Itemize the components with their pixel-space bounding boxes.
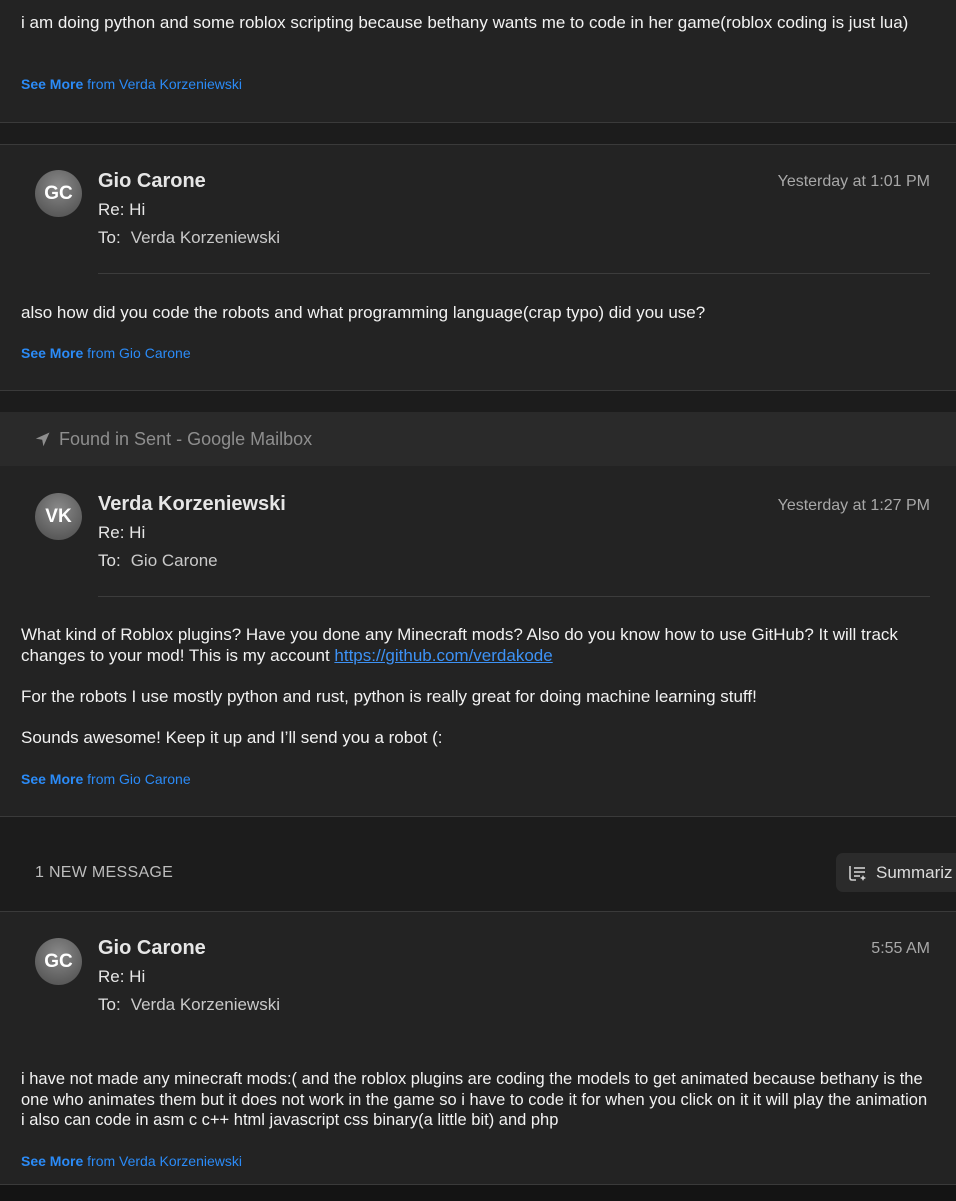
header-divider — [98, 596, 930, 597]
summarize-button[interactable]: Summariz — [836, 853, 956, 892]
sender-name[interactable]: Gio Carone — [98, 170, 206, 193]
message-subject: Re: Hi — [98, 967, 146, 986]
message-card: GC Gio Carone Re: Hi To: Verda Korzeniews… — [0, 144, 956, 391]
summary-lines-icon — [848, 864, 868, 882]
summarize-label: Summariz — [876, 862, 953, 882]
to-label: To: — [98, 551, 121, 570]
see-more-link[interactable]: See More from Gio Carone — [21, 770, 191, 788]
message-time: 5:55 AM — [871, 940, 930, 957]
sender-name[interactable]: Gio Carone — [98, 937, 206, 960]
body-paragraph: For the robots I use mostly python and r… — [21, 687, 757, 706]
location-arrow-icon — [34, 431, 51, 448]
found-in-label: Found in Sent - Google Mailbox — [59, 428, 313, 449]
message-subject: Re: Hi — [98, 200, 146, 219]
header-divider — [98, 273, 930, 274]
see-more-link[interactable]: See More from Verda Korzeniewski — [21, 75, 242, 93]
avatar: GC — [35, 170, 82, 217]
message-body: i have not made any minecraft mods:( and… — [21, 1070, 928, 1129]
message-card: VK Verda Korzeniewski Re: Hi To: Gio Caro… — [0, 466, 956, 816]
avatar: GC — [35, 938, 82, 985]
found-in-mailbox-bar: Found in Sent - Google Mailbox — [0, 412, 956, 466]
message-body: What kind of Roblox plugins? Have you do… — [21, 624, 934, 748]
message-time: Yesterday at 1:27 PM — [777, 497, 930, 514]
message-separator — [0, 1184, 956, 1201]
new-message-divider: 1 NEW MESSAGE Summariz — [0, 816, 956, 912]
recipient-line: To: Verda Korzeniewski — [98, 995, 280, 1015]
message-body: also how did you code the robots and wha… — [21, 303, 706, 322]
body-paragraph: What kind of Roblox plugins? Have you do… — [21, 625, 898, 665]
to-label: To: — [98, 995, 121, 1014]
body-paragraph: Sounds awesome! Keep it up and I’ll send… — [21, 728, 443, 747]
message-card: GC Gio Carone Re: Hi To: Verda Korzeniews… — [0, 912, 956, 1184]
message-time: Yesterday at 1:01 PM — [777, 173, 930, 190]
see-more-link[interactable]: See More from Gio Carone — [21, 344, 191, 362]
recipient-name[interactable]: Verda Korzeniewski — [131, 228, 280, 247]
github-link[interactable]: https://github.com/verdakode — [334, 646, 552, 665]
message-separator — [0, 390, 956, 413]
recipient-line: To: Gio Carone — [98, 551, 218, 571]
sender-name[interactable]: Verda Korzeniewski — [98, 493, 286, 516]
message-subject: Re: Hi — [98, 523, 146, 542]
to-label: To: — [98, 228, 121, 247]
avatar: VK — [35, 493, 82, 540]
see-more-link[interactable]: See More from Verda Korzeniewski — [21, 1152, 242, 1170]
message-separator — [0, 122, 956, 145]
message-card: i am doing python and some roblox script… — [0, 0, 956, 122]
new-message-label: 1 NEW MESSAGE — [35, 864, 174, 881]
recipient-name[interactable]: Verda Korzeniewski — [131, 995, 280, 1014]
message-body: i am doing python and some roblox script… — [21, 13, 909, 32]
recipient-line: To: Verda Korzeniewski — [98, 228, 280, 248]
recipient-name[interactable]: Gio Carone — [131, 551, 218, 570]
